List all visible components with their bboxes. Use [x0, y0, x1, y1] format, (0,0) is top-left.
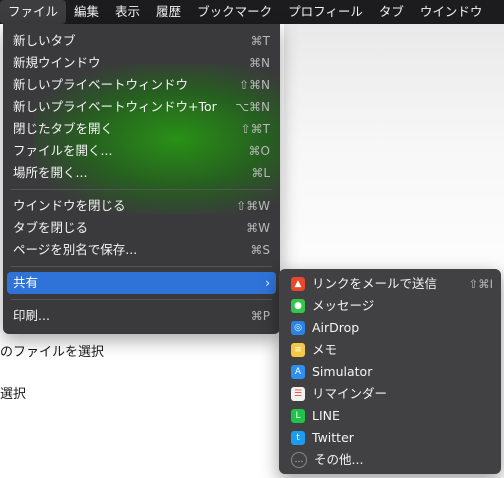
menu-item-shortcut: ⌘O	[248, 144, 270, 158]
menu-item-open-location[interactable]: 場所を開く... ⌘L	[3, 162, 280, 184]
share-submenu: ▲ リンクをメールで送信 ⇧⌘I ● メッセージ ◎ AirDrop ≡ メモ A Simulato…	[279, 269, 501, 474]
menu-item-label: ページを別名で保存...	[13, 242, 138, 257]
share-item-label: リマインダー	[312, 386, 388, 401]
share-item-label: Twitter	[312, 430, 354, 445]
messages-icon: ●	[291, 299, 305, 313]
menu-item-shortcut: ⇧⌘N	[238, 78, 270, 92]
menu-item-label: 印刷...	[13, 308, 50, 323]
chevron-right-icon: ›	[265, 276, 270, 290]
share-item-label: その他...	[314, 452, 364, 467]
menu-item-label: 新しいプライベートウィンドウ+Tor	[13, 99, 217, 114]
menu-item-shortcut: ⇧⌘W	[236, 199, 270, 213]
share-item-label: リンクをメールで送信	[312, 276, 438, 291]
menu-item-print[interactable]: 印刷... ⌘P	[3, 305, 280, 327]
menu-item-shortcut: ⌘T	[250, 34, 270, 48]
share-item-airdrop[interactable]: ◎ AirDrop	[279, 317, 501, 339]
menu-item-reopen-closed-tab[interactable]: 閉じたタブを開く ⇧⌘T	[3, 118, 280, 140]
menu-item-label: 場所を開く...	[13, 165, 88, 180]
airdrop-icon: ◎	[291, 321, 305, 335]
simulator-icon: A	[291, 365, 305, 379]
share-item-label: メモ	[312, 342, 338, 357]
menu-item-shortcut: ⌘L	[251, 166, 270, 180]
background-text-2: 選択	[0, 387, 27, 402]
menu-item-label: 閉じたタブを開く	[13, 121, 114, 136]
menu-history[interactable]: 履歴	[148, 0, 189, 24]
menu-edit[interactable]: 編集	[66, 0, 107, 24]
share-item-simulator[interactable]: A Simulator	[279, 361, 501, 383]
menu-item-label: 新しいタブ	[13, 33, 76, 48]
menu-item-label: ウインドウを閉じる	[13, 198, 126, 213]
menu-file[interactable]: ファイル	[0, 0, 67, 24]
menu-item-label: ファイルを開く...	[13, 143, 113, 158]
line-icon: L	[291, 409, 305, 423]
menu-item-close-tab[interactable]: タブを閉じる ⌘W	[3, 217, 280, 239]
menu-separator	[11, 189, 272, 190]
menu-item-shortcut: ⌥⌘N	[235, 100, 270, 114]
menu-item-shortcut: ⌘P	[250, 309, 270, 323]
file-menu: 新しいタブ ⌘T 新規ウインドウ ⌘N 新しいプライベートウィンドウ ⇧⌘N 新しいプ…	[3, 24, 280, 334]
more-icon: …	[291, 452, 307, 468]
share-item-messages[interactable]: ● メッセージ	[279, 295, 501, 317]
share-item-label: メッセージ	[312, 298, 375, 313]
menu-item-shortcut: ⇧⌘T	[240, 122, 270, 136]
share-item-notes[interactable]: ≡ メモ	[279, 339, 501, 361]
reminders-icon: ☰	[291, 387, 305, 401]
menu-item-save-page-as[interactable]: ページを別名で保存... ⌘S	[3, 239, 280, 261]
share-item-label: Simulator	[312, 364, 373, 379]
notes-icon: ≡	[291, 343, 305, 357]
brave-icon: ▲	[291, 277, 305, 291]
background-text-1: のファイルを選択	[0, 345, 105, 360]
menu-item-label: 新規ウインドウ	[13, 55, 101, 70]
menu-item-shortcut: ⌘N	[249, 56, 270, 70]
menu-item-label: 新しいプライベートウィンドウ	[13, 77, 189, 92]
menu-item-new-private-window-tor[interactable]: 新しいプライベートウィンドウ+Tor ⌥⌘N	[3, 96, 280, 118]
menu-item-close-window[interactable]: ウインドウを閉じる ⇧⌘W	[3, 195, 280, 217]
share-item-shortcut: ⇧⌘I	[468, 277, 493, 291]
menu-separator	[11, 299, 272, 300]
share-item-twitter[interactable]: t Twitter	[279, 427, 501, 449]
share-item-label: AirDrop	[312, 320, 360, 335]
menu-profiles[interactable]: プロフィール	[280, 0, 371, 24]
twitter-icon: t	[291, 431, 305, 445]
menu-item-label: タブを閉じる	[13, 220, 89, 235]
menu-view[interactable]: 表示	[107, 0, 148, 24]
menu-item-new-private-window[interactable]: 新しいプライベートウィンドウ ⇧⌘N	[3, 74, 280, 96]
share-item-reminders[interactable]: ☰ リマインダー	[279, 383, 501, 405]
share-item-line[interactable]: L LINE	[279, 405, 501, 427]
menu-item-share[interactable]: 共有 ›	[7, 272, 276, 294]
menu-bar: ファイル 編集 表示 履歴 ブックマーク プロフィール タブ ウインドウ	[0, 0, 504, 24]
share-item-brave[interactable]: ▲ リンクをメールで送信 ⇧⌘I	[279, 273, 501, 295]
menu-bookmarks[interactable]: ブックマーク	[189, 0, 280, 24]
share-item-more[interactable]: … その他...	[279, 449, 501, 471]
menu-item-label: 共有	[13, 275, 39, 290]
menu-window[interactable]: ウインドウ	[412, 0, 491, 24]
share-item-label: LINE	[312, 408, 340, 423]
menu-item-new-tab[interactable]: 新しいタブ ⌘T	[3, 30, 280, 52]
menu-item-shortcut: ⌘W	[246, 221, 270, 235]
menu-tab[interactable]: タブ	[371, 0, 412, 24]
menu-item-open-file[interactable]: ファイルを開く... ⌘O	[3, 140, 280, 162]
menu-separator	[11, 266, 272, 267]
menu-item-shortcut: ⌘S	[250, 243, 270, 257]
menu-item-new-window[interactable]: 新規ウインドウ ⌘N	[3, 52, 280, 74]
